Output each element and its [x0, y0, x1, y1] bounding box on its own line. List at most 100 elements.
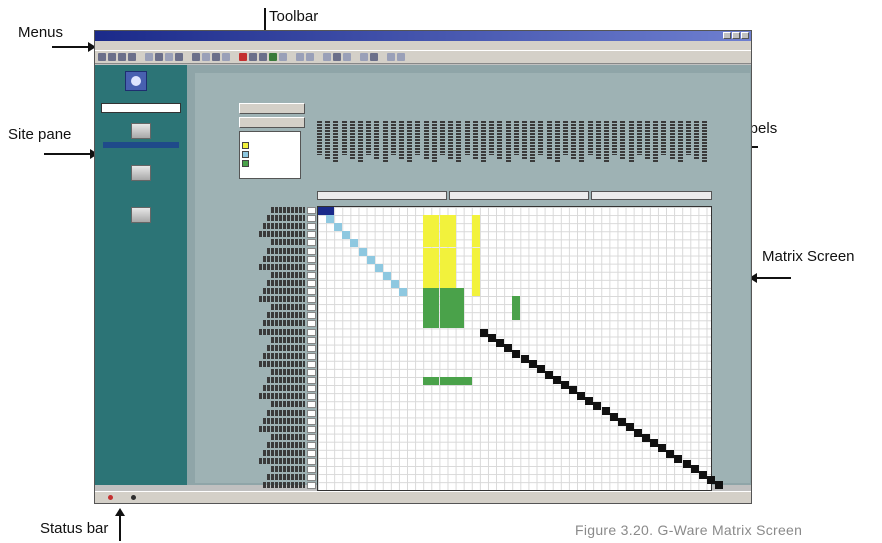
site-item[interactable] [103, 123, 179, 148]
crosspoint-cell[interactable] [439, 296, 448, 305]
crosspoint-cell[interactable] [625, 423, 634, 432]
crosspoint-cell[interactable] [471, 239, 480, 248]
crosspoint-cell[interactable] [447, 255, 456, 264]
crosspoint-cell[interactable] [463, 377, 472, 386]
crosspoint-cell[interactable] [690, 465, 699, 474]
crosspoint-cell[interactable] [358, 247, 367, 256]
crosspoint-cell[interactable] [512, 349, 521, 358]
matrix-button[interactable] [239, 117, 305, 128]
crosspoint-cell[interactable] [439, 304, 448, 313]
crosspoint-cell[interactable] [439, 271, 448, 280]
crosspoint-cell[interactable] [431, 215, 440, 224]
crosspoint-cell[interactable] [431, 320, 440, 329]
crosspoint-cell[interactable] [650, 439, 659, 448]
crosspoint-cell[interactable] [471, 223, 480, 232]
crosspoint-cell[interactable] [423, 320, 432, 329]
crosspoint-cell[interactable] [439, 223, 448, 232]
crosspoint-cell[interactable] [431, 377, 440, 386]
toolbar-button-icon[interactable] [239, 53, 247, 61]
crosspoint-cell[interactable] [423, 215, 432, 224]
crosspoint-cell[interactable] [423, 223, 432, 232]
crosspoint-cell[interactable] [706, 475, 715, 484]
toolbar-button-icon[interactable] [343, 53, 351, 61]
toolbar-button-icon[interactable] [98, 53, 106, 61]
crosspoint-cell[interactable] [431, 231, 440, 240]
crosspoint-cell[interactable] [455, 304, 464, 313]
crosspoint-cell[interactable] [439, 239, 448, 248]
crosspoint-cell[interactable] [439, 288, 448, 296]
crosspoint-cell[interactable] [455, 377, 464, 386]
crosspoint-cell[interactable] [439, 279, 448, 288]
crosspoint-cell[interactable] [439, 231, 448, 240]
toolbar-button-icon[interactable] [118, 53, 126, 61]
crosspoint-cell[interactable] [374, 263, 383, 272]
crosspoint-cell[interactable] [431, 288, 440, 296]
site-item[interactable] [103, 165, 179, 190]
crosspoint-cell[interactable] [455, 296, 464, 305]
crosspoint-cell[interactable] [326, 215, 335, 224]
crosspoint-cell[interactable] [714, 481, 723, 490]
crosspoint-cell[interactable] [431, 312, 440, 321]
toolbar-button-icon[interactable] [306, 53, 314, 61]
crosspoint-cell[interactable] [423, 304, 432, 313]
crosspoint-cell[interactable] [447, 320, 456, 329]
crosspoint-cell[interactable] [431, 296, 440, 305]
crosspoint-cell[interactable] [480, 328, 488, 337]
app-logo-icon[interactable] [125, 71, 147, 91]
crosspoint-cell[interactable] [439, 312, 448, 321]
close-icon[interactable] [741, 32, 749, 39]
toolbar-button-icon[interactable] [323, 53, 331, 61]
crosspoint-cell[interactable] [447, 296, 456, 305]
crosspoint-cell[interactable] [423, 288, 432, 296]
crosspoint-cell[interactable] [431, 223, 440, 232]
maximize-icon[interactable] [732, 32, 740, 39]
crosspoint-cell[interactable] [617, 418, 626, 426]
crosspoint-cell[interactable] [552, 375, 561, 384]
crosspoint-cell[interactable] [471, 279, 480, 288]
crosspoint-cell[interactable] [423, 255, 432, 264]
crosspoint-cell[interactable] [423, 279, 432, 288]
crosspoint-cell[interactable] [423, 271, 432, 280]
crosspoint-cell[interactable] [439, 247, 448, 256]
crosspoint-cell[interactable] [512, 304, 521, 313]
crosspoint-cell[interactable] [471, 247, 480, 256]
crosspoint-cell[interactable] [601, 407, 610, 416]
crosspoint-cell[interactable] [431, 263, 440, 272]
crosspoint-cell[interactable] [512, 312, 521, 321]
crosspoint-cell[interactable] [496, 339, 505, 348]
crosspoint-cell[interactable] [423, 296, 432, 305]
crosspoint-cell[interactable] [471, 263, 480, 272]
crosspoint-cell[interactable] [455, 312, 464, 321]
crosspoint-cell[interactable] [423, 377, 432, 386]
toolbar-button-icon[interactable] [145, 53, 153, 61]
crosspoint-cell[interactable] [455, 320, 464, 329]
toolbar-button-icon[interactable] [175, 53, 183, 61]
crosspoint-cell[interactable] [447, 279, 456, 288]
crosspoint-cell[interactable] [439, 263, 448, 272]
crosspoint-cell[interactable] [512, 296, 521, 305]
crosspoint-cell[interactable] [350, 239, 359, 248]
crosspoint-cell[interactable] [447, 271, 456, 280]
crosspoint-cell[interactable] [471, 255, 480, 264]
crosspoint-cell[interactable] [447, 377, 456, 386]
crosspoint-cell[interactable] [342, 231, 351, 240]
crosspoint-cell[interactable] [423, 312, 432, 321]
toolbar-button-icon[interactable] [279, 53, 287, 61]
crosspoint-cell[interactable] [455, 288, 464, 296]
crosspoint-cell[interactable] [431, 304, 440, 313]
toolbar-button-icon[interactable] [165, 53, 173, 61]
crosspoint-cell[interactable] [366, 255, 375, 264]
crosspoint-cell[interactable] [390, 279, 399, 288]
crosspoint-cell[interactable] [423, 239, 432, 248]
crosspoint-cell[interactable] [698, 470, 707, 479]
crosspoint-cell[interactable] [447, 263, 456, 272]
crosspoint-cell[interactable] [318, 207, 326, 215]
crosspoint-cell[interactable] [447, 304, 456, 313]
crosspoint-cell[interactable] [609, 412, 618, 421]
crosspoint-cell[interactable] [423, 231, 432, 240]
toolbar-button-icon[interactable] [269, 53, 277, 61]
crosspoint-cell[interactable] [326, 207, 335, 215]
crosspoint-cell[interactable] [447, 223, 456, 232]
toolbar-button-icon[interactable] [370, 53, 378, 61]
crosspoint-cell[interactable] [447, 239, 456, 248]
